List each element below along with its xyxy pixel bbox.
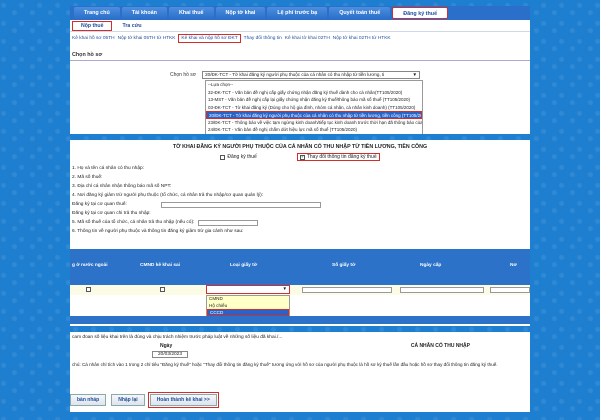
dependents-table-header: g ở nước ngoài CMND kê khai sai Loại giấ… xyxy=(70,249,530,285)
dropdown-option[interactable]: 23/ĐK-TCT - Thông báo về việc tạm ngừng … xyxy=(206,119,422,127)
doc-type-select[interactable]: ▼ xyxy=(206,285,290,294)
dropdown-option[interactable]: --Lựa chọn-- xyxy=(206,81,422,89)
confirm-panel: cam đoan số liệu khai trên là đúng và ch… xyxy=(70,332,530,412)
chevron-down-icon: ▼ xyxy=(412,72,418,77)
col-header: g ở nước ngoài xyxy=(72,263,108,268)
field-dependents-row: 6. Thông tin về người phụ thuộc và thông… xyxy=(70,227,530,236)
field-payer-tin-row: 5. Mã số thuế của tổ chức, cá nhân trả t… xyxy=(70,218,530,227)
link-02th-htkk[interactable]: Nộp tờ khai 02TH từ HTKK xyxy=(333,36,391,41)
table-footer-bar xyxy=(70,316,530,324)
row-checkbox[interactable] xyxy=(160,287,165,292)
nav-registration-fee[interactable]: Lệ phí trước bạ xyxy=(267,7,328,19)
nav-declare-tax[interactable]: Khai thuế xyxy=(168,7,214,19)
nav-home[interactable]: Trang chủ xyxy=(74,7,120,19)
change-info-checkbox[interactable] xyxy=(299,154,305,160)
link-05th-htkk[interactable]: Nộp tờ khai 05TH từ HTKK xyxy=(118,36,176,41)
field-place-row: 4. Nơi đăng ký giảm trừ người phụ thuộc … xyxy=(70,191,530,200)
sub-nav: Nộp thuế Tra cứu xyxy=(70,20,530,32)
dropdown-option[interactable]: 03-ĐK-TCT - Tờ khai đăng ký (Dùng cho hộ… xyxy=(206,104,422,112)
action-buttons: bàn nháp Nhập lại Hoàn thành kê khai >> xyxy=(70,392,219,408)
doc-type-option-selected[interactable]: CCCD xyxy=(207,309,289,316)
form-label: Chọn hồ sơ xyxy=(170,72,197,78)
tax-office-select[interactable] xyxy=(160,201,321,208)
declaration-form-panel: TỜ KHAI ĐĂNG KÝ NGƯỜI PHỤ THUỘC CỦA CÁ N… xyxy=(70,140,530,326)
form-selected-value: 20/ĐK-TCT - Tờ khai đăng ký người phụ th… xyxy=(205,72,385,77)
note-text: chú: Cá nhân chỉ tích vào 1 trong 2 chỉ … xyxy=(72,362,498,367)
form-dropdown: --Lựa chọn-- 32-ĐK-TCT - Văn bản đề nghị… xyxy=(205,80,423,134)
field-tax-code-label: 2. Mã số thuế: xyxy=(72,175,103,180)
function-links: Kê khai hồ sơ 05TH Nộp tờ khai 05TH từ H… xyxy=(70,32,530,44)
field-name-label: 1. Họ và tên cá nhân có thu nhập: xyxy=(72,166,145,171)
doc-type-dropdown: CMND Hộ chiếu CCCD xyxy=(206,295,290,317)
col-header: CMND kê khai sai xyxy=(140,263,180,268)
change-info-option[interactable]: Thay đổi thông tin đăng ký thuế xyxy=(296,153,380,161)
doc-number-input[interactable] xyxy=(302,287,392,293)
register-tax-checkbox[interactable] xyxy=(220,154,226,160)
nav-tax-registration[interactable]: Đăng ký thuế xyxy=(392,7,449,19)
chevron-down-icon: ▼ xyxy=(282,286,287,291)
payer-tin-input[interactable] xyxy=(198,219,259,226)
taxpayer-label: CÁ NHÂN CÓ THU NHẬP xyxy=(410,343,470,349)
field-address-label: 3. Địa chỉ cá nhân nhận thông báo mã số … xyxy=(72,184,172,189)
link-dkt[interactable]: Kê khai và nộp hồ sơ ĐKT xyxy=(178,33,241,43)
col-header: Loại giấy tờ xyxy=(230,263,258,268)
commitment-text: cam đoan số liệu khai trên là đúng và ch… xyxy=(72,335,283,340)
link-02th[interactable]: Kê khai tờ khai 02TH xyxy=(285,36,330,41)
col-header: Số giấy tờ xyxy=(332,263,356,268)
issue-date-input[interactable] xyxy=(400,287,484,293)
link-05th[interactable]: Kê khai hồ sơ 05TH xyxy=(72,36,115,41)
save-draft-button[interactable]: bàn nháp xyxy=(70,394,107,406)
row-checkbox[interactable] xyxy=(86,287,91,292)
field-tax-office-label: Đăng ký tại cơ quan thuế: xyxy=(72,202,127,207)
dropdown-option[interactable]: 24/ĐK-TCT - Văn bản đề nghị chấm dứt hiệ… xyxy=(206,126,422,134)
form-select[interactable]: 20/ĐK-TCT - Tờ khai đăng ký người phụ th… xyxy=(202,71,421,79)
section-title: Chọn hồ sơ xyxy=(70,52,530,61)
nav-submit-declaration[interactable]: Nộp tờ khai xyxy=(215,7,266,19)
field-tax-office-row: Đăng ký tại cơ quan thuế: xyxy=(70,200,530,209)
register-tax-option[interactable]: Đăng ký thuế xyxy=(220,153,257,161)
field-payer-label: Đăng ký tại cơ quan chi trả thu nhập: xyxy=(72,211,151,216)
field-place-label: 4. Nơi đăng ký giảm trừ người phụ thuộc … xyxy=(72,193,264,198)
complete-declaration-button[interactable]: Hoàn thành kê khai >> xyxy=(147,392,219,408)
field-address-row: 3. Địa chỉ cá nhân nhận thông báo mã số … xyxy=(70,182,530,191)
register-tax-label: Đăng ký thuế xyxy=(227,154,257,160)
field-tax-code-row: 2. Mã số thuế: xyxy=(70,173,530,182)
date-label: Ngày xyxy=(160,343,173,349)
top-panel: Trang chủ Tài khoản Khai thuế Nộp tờ kha… xyxy=(70,6,530,134)
link-change-info[interactable]: Thay đổi thông tin xyxy=(244,36,282,41)
field-payer-row: Đăng ký tại cơ quan chi trả thu nhập: xyxy=(70,209,530,218)
field-payer-tin-label: 5. Mã số thuế của tổ chức, cá nhân trả t… xyxy=(72,220,195,225)
change-info-label: Thay đổi thông tin đăng ký thuế xyxy=(306,154,377,160)
form-title: TỜ KHAI ĐĂNG KÝ NGƯỜI PHỤ THUỘC CỦA CÁ N… xyxy=(172,144,428,150)
subnav-pay-tax[interactable]: Nộp thuế xyxy=(72,20,113,31)
date-input[interactable]: 20/03/2023 xyxy=(152,351,188,358)
main-nav: Trang chủ Tài khoản Khai thuế Nộp tờ kha… xyxy=(70,6,530,20)
table-row xyxy=(70,285,530,295)
col-header: Nơ xyxy=(510,263,517,268)
field-dependents-label: 6. Thông tin về người phụ thuộc và thông… xyxy=(72,229,244,234)
col-header: Ngày cấp xyxy=(420,263,442,268)
dropdown-option[interactable]: 13-MST - Văn bản đề nghị cấp lại giấy ch… xyxy=(206,96,422,104)
checkbox-row: Đăng ký thuế Thay đổi thông tin đăng ký … xyxy=(70,153,530,161)
dropdown-option[interactable]: 32-ĐK-TCT - Văn bản đề nghị cấp giấy chứ… xyxy=(206,89,422,97)
reset-button[interactable]: Nhập lại xyxy=(111,394,145,406)
nav-tax-finalization[interactable]: Quyết toán thuế xyxy=(329,7,391,19)
signature-row: Ngày CÁ NHÂN CÓ THU NHẬP xyxy=(70,343,530,349)
issue-place-input[interactable] xyxy=(490,287,530,293)
nav-account[interactable]: Tài khoản xyxy=(121,7,167,19)
field-name-row: 1. Họ và tên cá nhân có thu nhập: xyxy=(70,164,530,173)
dropdown-option-selected[interactable]: 20/ĐK-TCT - Tờ khai đăng ký người phụ th… xyxy=(206,111,422,119)
form-row: Chọn hồ sơ 20/ĐK-TCT - Tờ khai đăng ký n… xyxy=(170,71,421,79)
subnav-lookup[interactable]: Tra cứu xyxy=(114,22,149,30)
